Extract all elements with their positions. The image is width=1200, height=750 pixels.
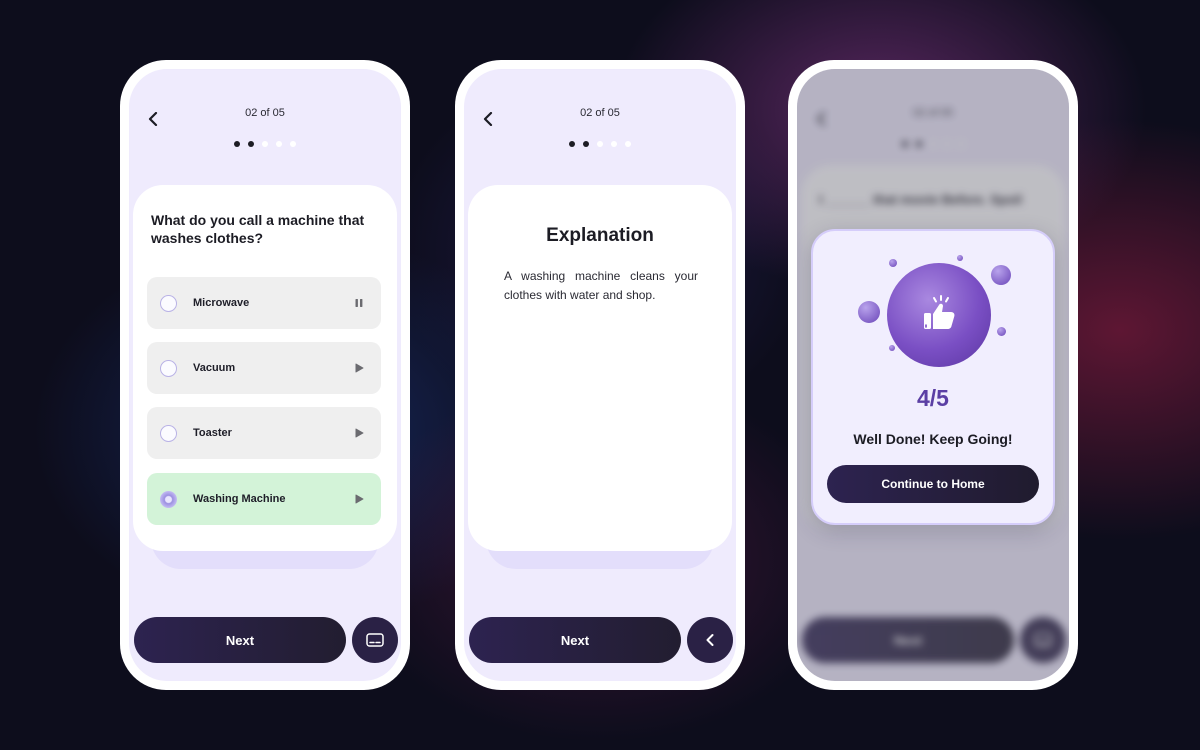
phone-explanation-screen: 02 of 05 Explanation A washing machine c… — [455, 60, 745, 690]
answer-option[interactable]: Microwave — [147, 277, 381, 329]
play-icon[interactable] — [349, 423, 369, 443]
radio-button[interactable] — [160, 294, 177, 312]
question-counter: 02 of 05 — [580, 107, 620, 119]
option-label: Microwave — [193, 297, 250, 309]
progress-dot — [583, 141, 589, 147]
back-to-question-button[interactable] — [687, 617, 733, 663]
bubble-decoration — [889, 259, 897, 267]
screen: 02 of 05 I ______ that movie Before. Spo… — [797, 69, 1069, 681]
question-text: What do you call a machine that washes c… — [151, 212, 365, 246]
answer-option-correct[interactable]: Washing Machine — [147, 473, 381, 525]
subtitles-button[interactable] — [352, 617, 398, 663]
answer-option[interactable]: Toaster — [147, 407, 381, 459]
progress-dot — [597, 141, 603, 147]
phone-question-screen: 02 of 05 What do you call a machine that… — [120, 60, 410, 690]
thumbs-up-icon — [924, 295, 955, 329]
question-counter: 02 of 05 — [245, 107, 285, 119]
continue-to-home-button[interactable]: Continue to Home — [827, 465, 1039, 503]
screen: 02 of 05 Explanation A washing machine c… — [464, 69, 736, 681]
radio-button[interactable] — [160, 424, 177, 442]
progress-dot — [290, 141, 296, 147]
option-label: Vacuum — [193, 362, 236, 374]
bubble-decoration — [858, 301, 880, 323]
play-icon[interactable] — [349, 358, 369, 378]
progress-dot — [569, 141, 575, 147]
progress-dot — [611, 141, 617, 147]
answer-option[interactable]: Vacuum — [147, 342, 381, 394]
screen: 02 of 05 What do you call a machine that… — [129, 69, 401, 681]
explanation-text: A washing machine cleans your clothes wi… — [504, 269, 698, 302]
option-label: Washing Machine — [193, 493, 286, 505]
progress-dot — [276, 141, 282, 147]
radio-button[interactable] — [160, 359, 177, 377]
result-message: Well Done! Keep Going! — [853, 431, 1013, 447]
chevron-left-icon — [706, 634, 714, 646]
bubble-decoration — [991, 265, 1011, 285]
progress-dots — [129, 141, 401, 147]
option-label: Toaster — [193, 427, 232, 439]
explanation-title: Explanation — [546, 225, 654, 246]
next-button[interactable]: Next — [469, 617, 681, 663]
progress-dot — [625, 141, 631, 147]
progress-dots — [464, 141, 736, 147]
progress-dot — [248, 141, 254, 147]
bubble-decoration — [957, 255, 963, 261]
progress-dot — [234, 141, 240, 147]
progress-dot — [262, 141, 268, 147]
play-icon[interactable] — [349, 489, 369, 509]
subtitles-icon — [366, 633, 384, 647]
bubble-decoration — [889, 345, 895, 351]
result-popup: 4/5 Well Done! Keep Going! Continue to H… — [811, 229, 1055, 525]
explanation-card: Explanation A washing machine cleans you… — [468, 185, 732, 551]
bubble-decoration — [997, 327, 1006, 336]
celebration-illustration — [813, 249, 1053, 369]
score-text: 4/5 — [917, 385, 949, 411]
pause-icon[interactable] — [349, 293, 369, 313]
thumbs-up-badge — [887, 263, 991, 367]
phone-result-screen: 02 of 05 I ______ that movie Before. Spo… — [788, 60, 1078, 690]
radio-button-selected[interactable] — [160, 490, 177, 508]
next-button[interactable]: Next — [134, 617, 346, 663]
question-card: What do you call a machine that washes c… — [133, 185, 397, 551]
